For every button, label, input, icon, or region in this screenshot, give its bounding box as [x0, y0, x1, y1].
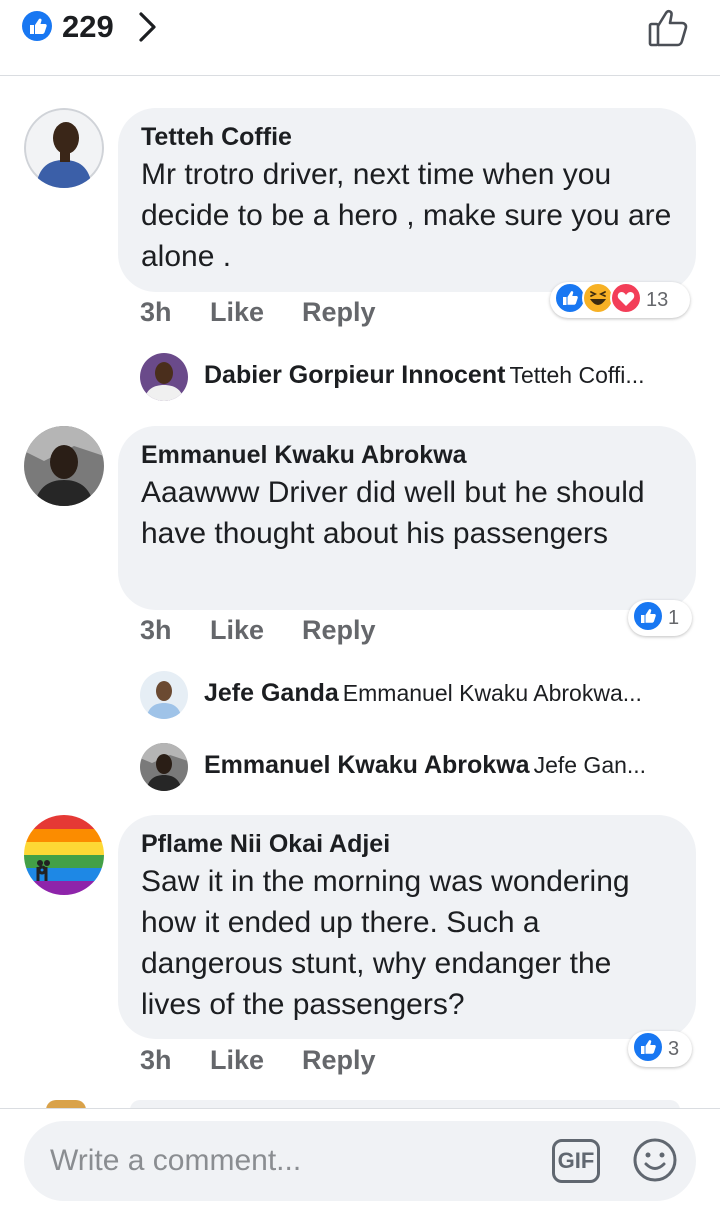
comment-text: Mr trotro driver, next time when you dec…	[141, 158, 672, 273]
reaction-summary[interactable]: 3	[628, 1030, 692, 1068]
comment-author[interactable]: Tetteh Coffie	[141, 122, 674, 152]
comment-author[interactable]: Pflame Nii Okai Adjei	[141, 829, 674, 859]
reply-author: Dabier Gorpieur Innocent Tetteh Coffi...	[204, 361, 645, 390]
reply-author-name[interactable]: Dabier Gorpieur Innocent	[204, 361, 505, 389]
reply-snippet: Jefe Gan...	[533, 752, 647, 778]
comment-time: 3h	[140, 297, 172, 327]
comment-actions: 3h Like Reply	[140, 1044, 376, 1076]
comment-composer: Write a comment... GIF	[0, 1108, 720, 1212]
reaction-count: 3	[668, 1038, 680, 1060]
comment-actions: 3h Like Reply	[140, 296, 376, 328]
thumbs-up-outline-icon[interactable]	[644, 4, 692, 52]
reply-preview[interactable]: Emmanuel Kwaku Abrokwa Jefe Gan...	[140, 743, 700, 791]
like-button[interactable]: Like	[210, 1044, 302, 1076]
reply-author-name[interactable]: Emmanuel Kwaku Abrokwa	[204, 751, 530, 779]
avatar[interactable]	[140, 353, 188, 401]
reply-snippet: Tetteh Coffi...	[509, 362, 645, 388]
comment-text: Saw it in the morning was wondering how …	[141, 865, 630, 1021]
reply-button[interactable]: Reply	[302, 614, 376, 646]
comment-input-placeholder[interactable]: Write a comment...	[50, 1143, 301, 1179]
gif-button[interactable]: GIF	[552, 1139, 600, 1183]
reactions-header: 229	[0, 0, 720, 76]
avatar[interactable]	[24, 426, 104, 506]
comment-time: 3h	[140, 615, 172, 645]
like-button[interactable]: Like	[210, 614, 302, 646]
reply-author: Jefe Ganda Emmanuel Kwaku Abrokwa...	[204, 679, 642, 708]
reaction-count: 1	[668, 607, 680, 629]
comment-time: 3h	[140, 1045, 172, 1075]
reply-button[interactable]: Reply	[302, 1044, 376, 1076]
reaction-count: 13	[646, 289, 669, 311]
like-button[interactable]: Like	[210, 296, 302, 328]
avatar[interactable]	[140, 743, 188, 791]
like-reaction-icon	[632, 599, 664, 637]
chevron-right-icon[interactable]	[132, 8, 162, 46]
reply-snippet: Emmanuel Kwaku Abrokwa...	[342, 680, 642, 706]
reply-preview[interactable]: Jefe Ganda Emmanuel Kwaku Abrokwa...	[140, 671, 700, 719]
reply-preview[interactable]: Dabier Gorpieur Innocent Tetteh Coffi...	[140, 353, 700, 401]
avatar[interactable]	[140, 671, 188, 719]
comment-actions: 3h Like Reply	[140, 614, 376, 646]
reaction-summary[interactable]: 1	[628, 599, 692, 637]
smiley-icon[interactable]	[632, 1137, 678, 1183]
reaction-count[interactable]: 229	[62, 8, 114, 46]
love-reaction-icon	[610, 281, 642, 319]
comment-text: Aaawww Driver did well but he should hav…	[141, 476, 645, 550]
comment-bubble[interactable]: Tetteh Coffie Mr trotro driver, next tim…	[118, 108, 696, 292]
comment-author[interactable]: Emmanuel Kwaku Abrokwa	[141, 440, 674, 470]
like-reaction-icon	[632, 1030, 664, 1068]
comment-bubble[interactable]: Pflame Nii Okai Adjei Saw it in the morn…	[118, 815, 696, 1039]
reply-author: Emmanuel Kwaku Abrokwa Jefe Gan...	[204, 751, 646, 780]
reply-button[interactable]: Reply	[302, 296, 376, 328]
comment-input[interactable]: Write a comment... GIF	[24, 1121, 696, 1201]
comment-bubble[interactable]: Emmanuel Kwaku Abrokwa Aaawww Driver did…	[118, 426, 696, 610]
reply-author-name[interactable]: Jefe Ganda	[204, 679, 339, 707]
avatar[interactable]	[24, 815, 104, 895]
like-reaction-icon	[22, 11, 52, 41]
avatar[interactable]	[24, 108, 104, 188]
reaction-summary[interactable]: 13	[550, 281, 690, 319]
